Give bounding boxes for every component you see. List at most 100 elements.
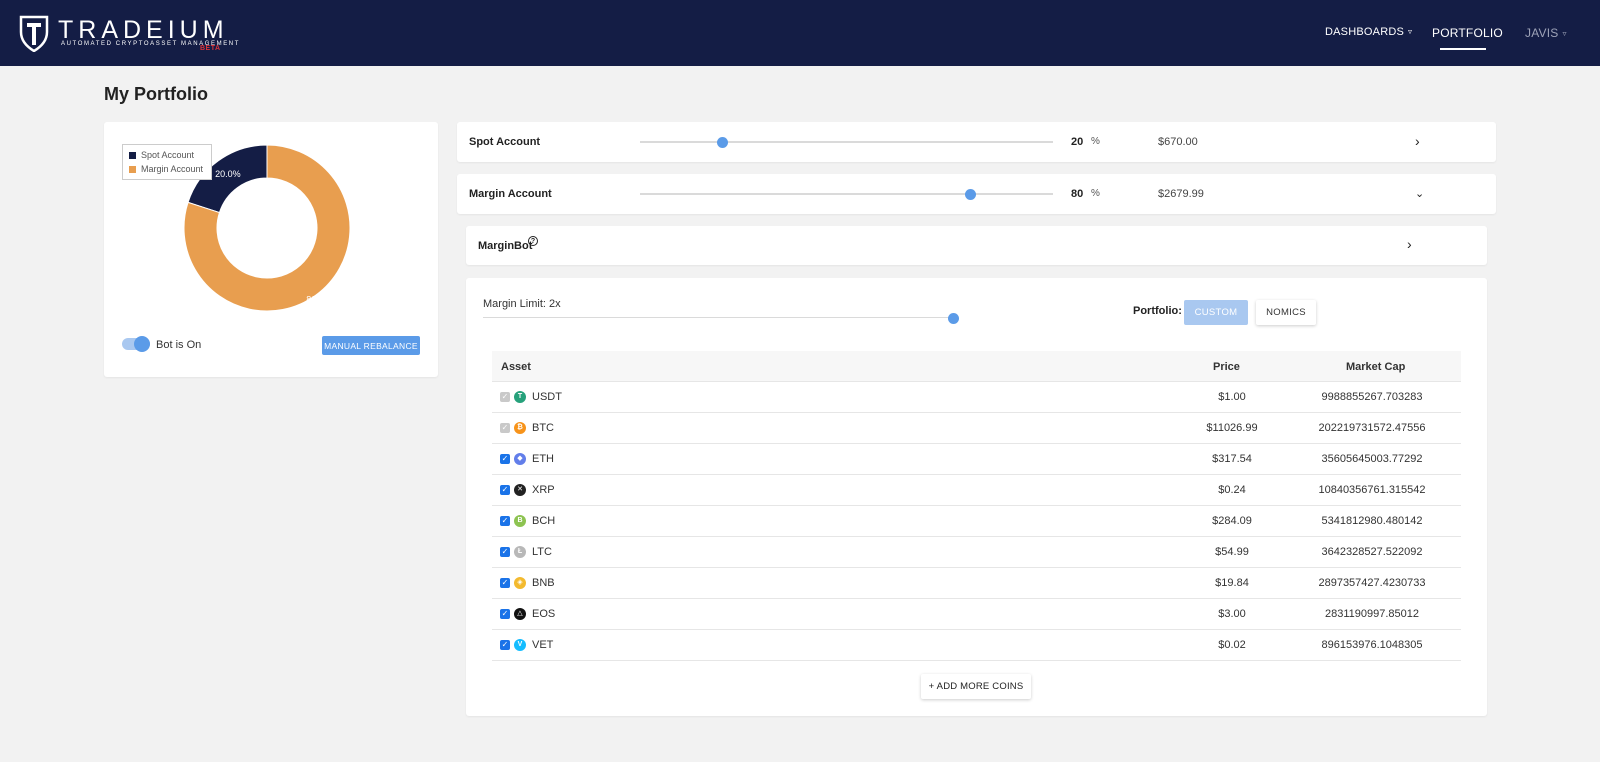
custom-portfolio-button[interactable]: CUSTOM <box>1184 300 1248 325</box>
active-nav-indicator <box>1440 48 1486 50</box>
chevron-down-icon: ▿ <box>1562 29 1567 38</box>
coin-price: $0.02 <box>1218 639 1246 651</box>
chevron-right-icon[interactable]: › <box>1415 133 1420 149</box>
table-row: ✓ △ EOS $3.00 2831190997.85012 <box>492 599 1461 630</box>
coin-symbol: XRP <box>532 484 555 496</box>
coin-market-cap: 2831190997.85012 <box>1324 608 1419 620</box>
table-header: Asset Price Market Cap <box>492 351 1461 382</box>
nav-dashboards-label: DASHBOARDS <box>1325 26 1405 38</box>
margin-limit-slider-track[interactable] <box>483 317 953 318</box>
margin-limit-slider-thumb[interactable] <box>947 312 959 324</box>
legend-item-spot[interactable]: Spot Account <box>129 150 194 160</box>
coin-checkbox[interactable]: ✓ <box>500 454 510 464</box>
spot-account-row: Spot Account 20 % $670.00 › <box>457 122 1496 162</box>
account-percent: 80 <box>1071 188 1084 200</box>
coin-market-cap: 9988855267.703283 <box>1321 391 1423 403</box>
coin-price: $54.99 <box>1215 546 1249 558</box>
account-name: Margin Account <box>469 188 552 200</box>
manual-rebalance-button[interactable]: MANUAL REBALANCE <box>322 336 420 355</box>
coin-symbol: BCH <box>532 515 556 527</box>
coin-symbol: ETH <box>532 453 554 465</box>
coin-icon: ✕ <box>514 484 526 496</box>
coin-checkbox[interactable]: ✓ <box>500 609 510 619</box>
brand-logo[interactable]: TRADEIUM AUTOMATED CRYPTOASSET MANAGEMEN… <box>18 14 238 54</box>
coin-price: $0.24 <box>1218 484 1246 496</box>
coin-icon: B <box>514 515 526 527</box>
margin-coins-panel: Margin Limit: 2x Portfolio: CUSTOM NOMIC… <box>466 278 1487 716</box>
nav-portfolio-label: PORTFOLIO <box>1432 26 1503 40</box>
coin-price: $11026.99 <box>1206 422 1258 434</box>
spot-allocation-slider-thumb[interactable] <box>717 136 729 148</box>
donut-slice-label: 20.0% <box>215 169 241 179</box>
coin-price: $19.84 <box>1215 577 1249 589</box>
table-row: ✓ V VET $0.02 896153976.1048305 <box>492 630 1461 661</box>
coin-checkbox[interactable]: ✓ <box>500 578 510 588</box>
legend-item-margin[interactable]: Margin Account <box>129 164 203 174</box>
legend-swatch-spot <box>129 152 136 159</box>
coin-symbol: EOS <box>532 608 556 620</box>
marginbot-label: MarginBot <box>478 240 533 252</box>
shield-logo-icon <box>19 15 49 52</box>
spot-allocation-slider-track[interactable] <box>640 141 1053 143</box>
account-value: $670.00 <box>1158 136 1198 148</box>
page-title: My Portfolio <box>104 84 208 104</box>
coin-icon: ₿ <box>514 422 526 434</box>
account-name: Spot Account <box>469 136 541 148</box>
coin-checkbox[interactable]: ✓ <box>500 547 510 557</box>
coin-price: $3.00 <box>1218 608 1246 620</box>
coin-symbol: BNB <box>532 577 555 589</box>
table-row: ✓ ✕ XRP $0.24 10840356761.315542 <box>492 475 1461 506</box>
chart-legend: Spot Account Margin Account <box>122 144 212 180</box>
donut-slice-label: 80.0% <box>306 295 332 305</box>
coin-checkbox[interactable]: ✓ <box>500 485 510 495</box>
table-body: ✓ T USDT $1.00 9988855267.703283 ✓ ₿ BTC $11026.… <box>492 382 1461 661</box>
coin-icon: △ <box>514 608 526 620</box>
coin-symbol: BTC <box>532 422 554 434</box>
coin-market-cap: 10840356761.315542 <box>1318 484 1426 496</box>
header-price: Price <box>1213 361 1240 373</box>
nav-user-label: JAVIS <box>1525 26 1559 40</box>
table-row: ✓ ◆ ETH $317.54 35605645003.77292 <box>492 444 1461 475</box>
toggle-knob <box>134 336 150 352</box>
header-market-cap: Market Cap <box>1346 361 1406 373</box>
chevron-right-icon[interactable]: › <box>1407 236 1412 252</box>
coin-checkbox: ✓ <box>500 423 510 433</box>
coin-market-cap: 896153976.1048305 <box>1321 639 1423 651</box>
coin-checkbox[interactable]: ✓ <box>500 516 510 526</box>
coin-price: $1.00 <box>1218 391 1246 403</box>
legend-label-margin: Margin Account <box>141 164 204 174</box>
coin-icon: Ł <box>514 546 526 558</box>
help-icon[interactable]: ? <box>528 236 538 246</box>
margin-allocation-slider-track[interactable] <box>640 193 1053 195</box>
table-row: ✓ B BCH $284.09 5341812980.480142 <box>492 506 1461 537</box>
coin-market-cap: 5341812980.480142 <box>1321 515 1423 527</box>
table-row: ✓ Ł LTC $54.99 3642328527.522092 <box>492 537 1461 568</box>
coin-icon: T <box>514 391 526 403</box>
coin-symbol: LTC <box>532 546 552 558</box>
top-navbar: TRADEIUM AUTOMATED CRYPTOASSET MANAGEMEN… <box>0 0 1600 66</box>
nav-portfolio[interactable]: PORTFOLIO <box>1432 26 1503 40</box>
table-row: ✓ T USDT $1.00 9988855267.703283 <box>492 382 1461 413</box>
bot-status-label: Bot is On <box>156 339 202 351</box>
bot-toggle[interactable] <box>122 336 150 352</box>
coin-symbol: USDT <box>532 391 562 403</box>
table-row: ✓ ₿ BTC $11026.99 202219731572.47556 <box>492 413 1461 444</box>
coin-checkbox[interactable]: ✓ <box>500 640 510 650</box>
beta-badge: BETA <box>200 45 221 52</box>
coin-checkbox: ✓ <box>500 392 510 402</box>
nav-dashboards[interactable]: DASHBOARDS ▿ <box>1325 26 1412 38</box>
account-value: $2679.99 <box>1158 188 1204 200</box>
percent-sign: % <box>1091 136 1100 147</box>
nomics-portfolio-button[interactable]: NOMICS <box>1256 300 1316 325</box>
table-row: ✓ ◈ BNB $19.84 2897357427.4230733 <box>492 568 1461 599</box>
margin-allocation-slider-thumb[interactable] <box>964 188 976 200</box>
coin-market-cap: 3642328527.522092 <box>1321 546 1423 558</box>
coin-icon: ◈ <box>514 577 526 589</box>
nav-user-menu[interactable]: JAVIS ▿ <box>1525 26 1567 40</box>
marginbot-row[interactable]: MarginBot ? › <box>466 226 1487 265</box>
legend-label-spot: Spot Account <box>141 150 195 160</box>
chevron-down-icon[interactable]: ⌄ <box>1415 187 1424 200</box>
add-more-coins-button[interactable]: + ADD MORE COINS <box>921 674 1031 699</box>
legend-swatch-margin <box>129 166 136 173</box>
chevron-down-icon: ▿ <box>1408 27 1413 36</box>
